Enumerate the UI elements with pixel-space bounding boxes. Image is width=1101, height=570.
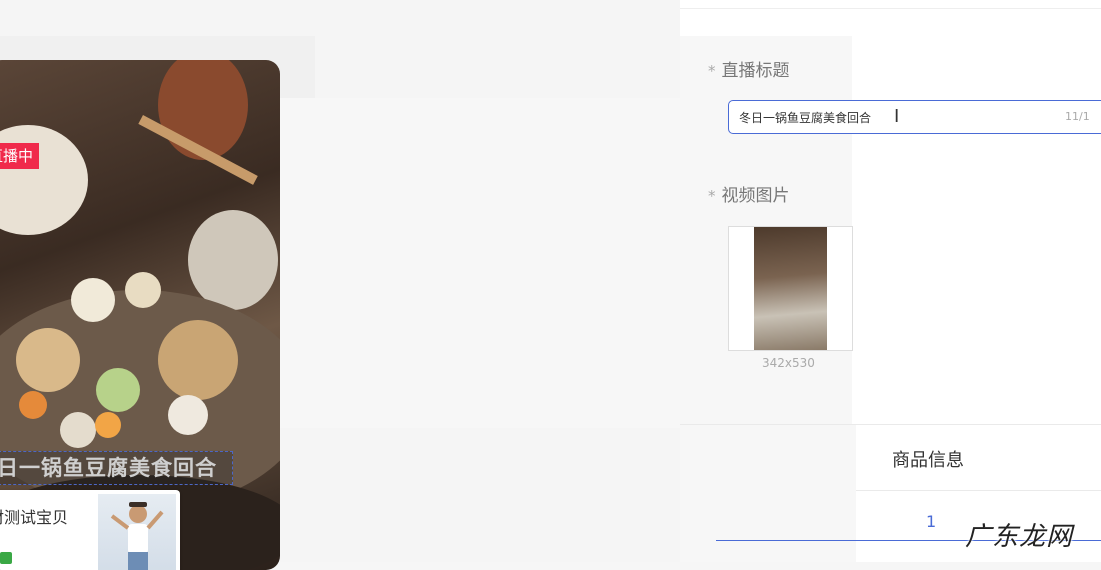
title-char-count: 11/1 xyxy=(1065,110,1090,123)
video-image-label: * 视频图片 xyxy=(708,186,790,206)
live-title-overlay[interactable]: 冬日一锅鱼豆腐美食回合 xyxy=(0,451,233,485)
text-cursor-icon: I xyxy=(894,104,899,134)
product-card[interactable]: 材测试宝贝 ) xyxy=(0,490,180,570)
live-status-badge: 直播中 xyxy=(0,143,40,169)
live-title-input[interactable] xyxy=(728,100,1101,134)
video-image-upload[interactable] xyxy=(728,226,853,351)
product-image xyxy=(98,494,176,570)
live-title-label: * 直播标题 xyxy=(708,61,790,81)
tab-product-info[interactable]: 商品信息 xyxy=(892,446,964,472)
pagination-current[interactable]: 1 xyxy=(926,512,936,531)
watermark-logo: 广东龙网 xyxy=(965,522,1074,552)
panel-gray-area xyxy=(680,425,856,562)
video-image-thumbnail xyxy=(754,227,827,350)
divider xyxy=(680,8,1101,9)
required-mark: * xyxy=(708,187,716,205)
required-mark: * xyxy=(708,62,716,80)
preview-canvas: 直播中 冬日一锅鱼豆腐美食回合 材测试宝贝 ) xyxy=(0,0,680,570)
settings-panel: *直播标题 11/1 I *视频图片 342x530 商品信息 1 xyxy=(680,0,1101,562)
divider xyxy=(856,490,1101,491)
app-icon xyxy=(0,552,12,564)
product-title: 材测试宝贝 xyxy=(0,508,69,527)
live-preview-frame: 直播中 冬日一锅鱼豆腐美食回合 材测试宝贝 ) xyxy=(0,60,280,570)
image-size-label: 342x530 xyxy=(762,356,815,370)
